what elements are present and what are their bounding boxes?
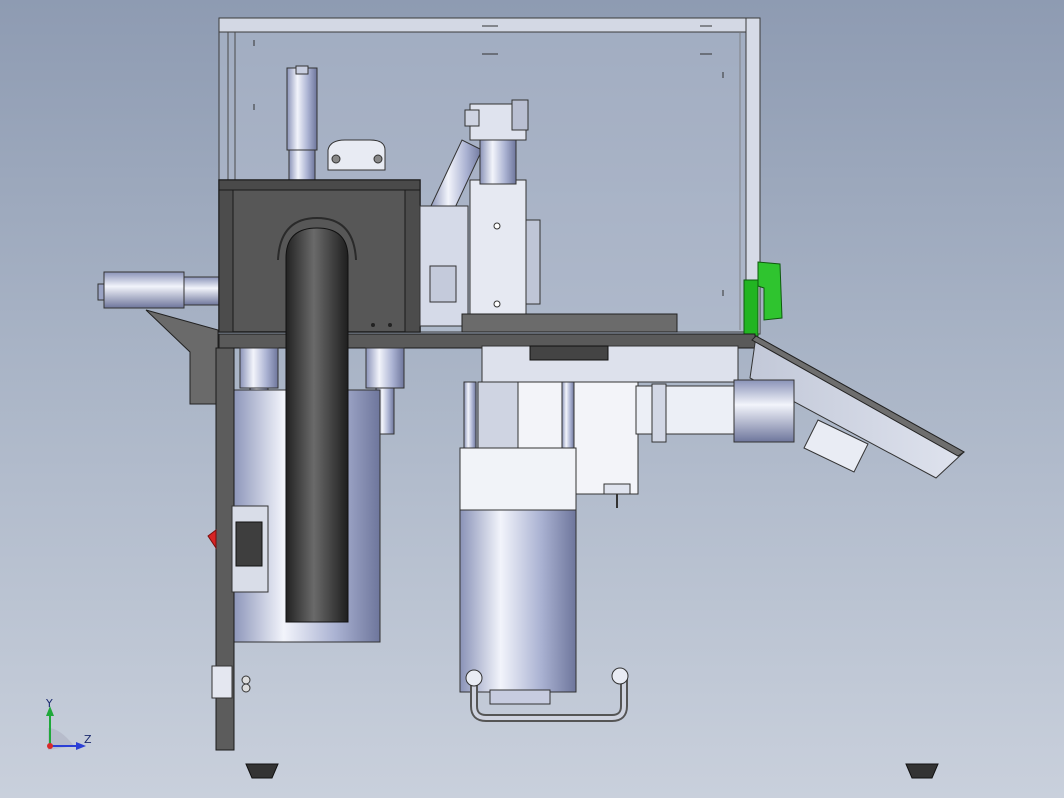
left-bracket[interactable] [145,309,219,405]
orientation-triad [46,706,86,750]
foot-left[interactable] [245,763,279,779]
motor-cylinder[interactable] [459,447,577,705]
top-vertical-cylinder[interactable] [286,65,318,181]
left-horizontal-cylinder[interactable] [97,271,221,309]
top-handle[interactable] [327,139,386,171]
triad-y-label: Y [46,697,53,710]
machine-drawing[interactable] [0,0,1064,798]
foot-right[interactable] [905,763,939,779]
curved-hose[interactable] [277,216,357,623]
cad-viewport[interactable]: Y Z [0,0,1064,798]
triad-z-label: Z [84,733,92,746]
